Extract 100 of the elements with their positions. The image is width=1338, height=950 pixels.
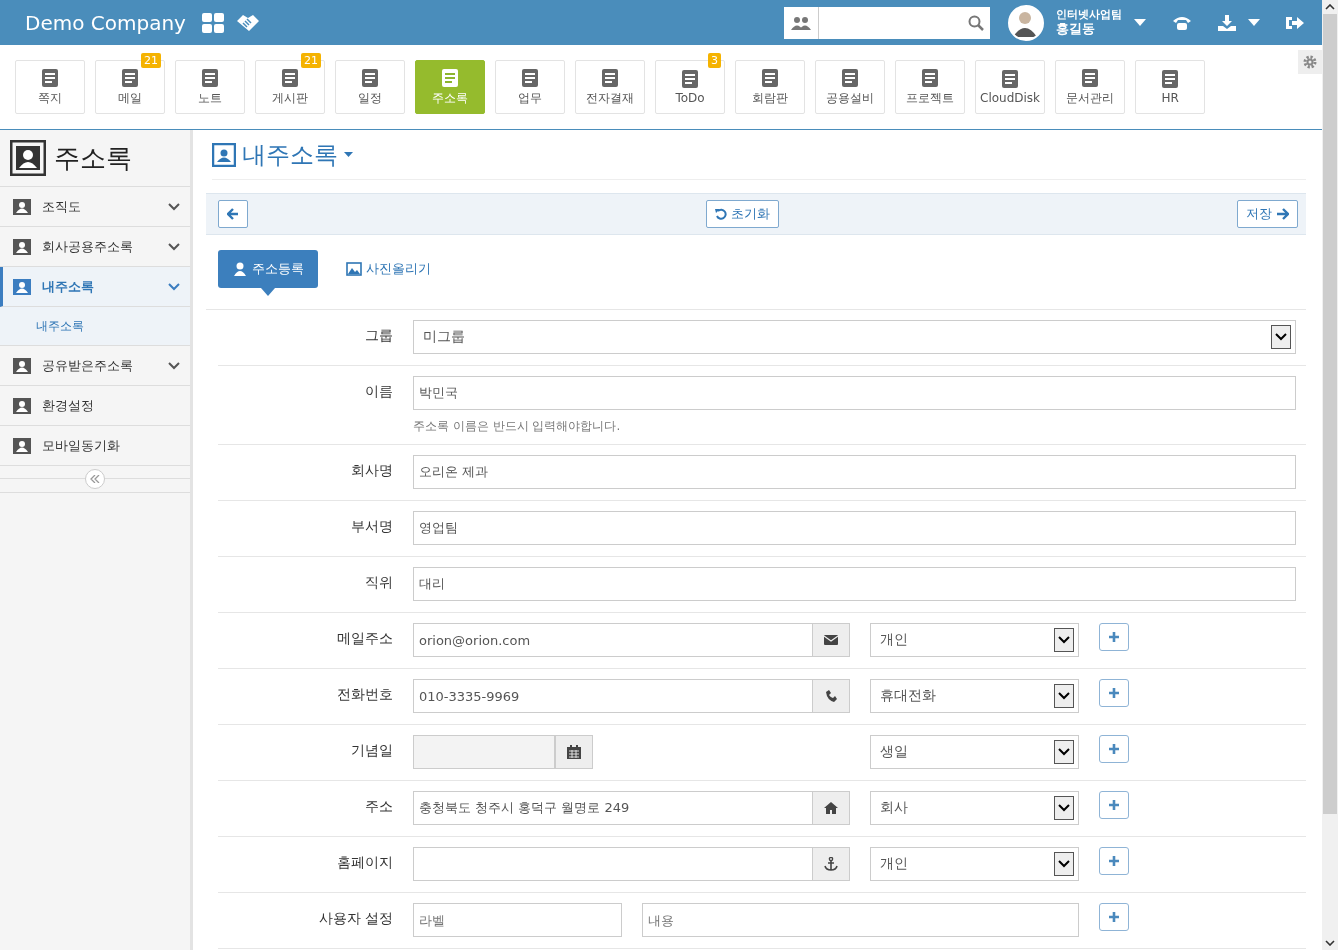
app-icon [839,67,861,88]
field-label: 홈페이지 [336,853,394,872]
text-field[interactable]: 영업팀 [413,511,1296,545]
content-field[interactable]: 내용 [642,903,1079,937]
sidebar-item[interactable]: 환경설정 [0,386,190,426]
app-button[interactable]: 일정 [335,60,405,114]
addon-button[interactable] [812,623,850,657]
chevron-down-icon[interactable] [168,361,180,370]
app-button[interactable]: 회람판 [735,60,805,114]
search-icon[interactable] [968,14,984,31]
app-icon [39,67,61,88]
app-button[interactable]: HR [1135,60,1206,114]
type-select[interactable]: 회사 [870,791,1079,825]
text-field[interactable] [413,847,812,881]
addon-button[interactable] [812,791,850,825]
text-field[interactable]: 충청북도 청주시 홍덕구 월명로 249 [413,791,812,825]
sidebar-item[interactable]: 조직도 [0,187,190,227]
app-icon [199,67,221,88]
add-button[interactable] [1099,791,1129,819]
app-button[interactable]: 공용설비 [815,60,885,114]
text-field[interactable]: orion@orion.com [413,623,812,657]
app-icon [119,67,141,88]
tab[interactable]: 사진올리기 [332,250,445,288]
page-title[interactable]: 내주소록 [242,138,338,171]
contact-book-icon [212,142,236,167]
settings-button[interactable] [1298,50,1322,74]
type-select[interactable]: 생일 [870,735,1079,769]
download-icon[interactable] [1218,14,1236,31]
arrow-left-icon [227,208,239,220]
chevron-down-icon[interactable] [168,202,180,211]
plus-icon [1109,632,1119,642]
add-button[interactable] [1099,623,1129,651]
app-icon [759,67,781,88]
save-button[interactable]: 저장 [1237,200,1298,228]
plus-icon [1109,688,1119,698]
add-button[interactable] [1099,903,1129,931]
app-icon [439,67,461,88]
type-select[interactable]: 개인 [870,623,1079,657]
collapse-button[interactable] [85,469,105,489]
settings-icon [1303,55,1317,69]
chevron-down-icon [1058,748,1070,756]
count-badge: 3 [708,53,721,68]
undo-icon [715,208,727,220]
type-select[interactable]: 개인 [870,847,1079,881]
type-select[interactable]: 휴대전화 [870,679,1079,713]
app-button[interactable]: 노트 [175,60,245,114]
add-button[interactable] [1099,735,1129,763]
group-select[interactable]: 미그룹 [413,320,1296,354]
caret-icon[interactable] [1134,18,1146,27]
field-label: 사용자 설정 [317,909,394,928]
scroll-up-icon[interactable] [1325,4,1335,10]
app-button[interactable]: 문서관리 [1055,60,1126,114]
plus-icon [1109,856,1119,866]
reset-button[interactable]: 초기화 [706,200,779,228]
user-team[interactable]: 인터넷사업팀 [1056,8,1122,22]
app-button[interactable]: 쪽지 [15,60,85,114]
chevron-down-icon[interactable] [168,242,180,251]
addon-button[interactable] [812,847,850,881]
scroll-down-icon[interactable] [1325,940,1335,946]
contact-book-icon [10,140,46,176]
hint-text: 주소록 이름은 반드시 입력해야합니다. [413,418,622,435]
add-button[interactable] [1099,679,1129,707]
chevron-down-icon [1058,860,1070,868]
calendar-button[interactable] [555,735,593,769]
text-field[interactable]: 대리 [413,567,1296,601]
app-button[interactable]: 업무 [495,60,565,114]
envelope-icon [824,635,838,645]
app-button[interactable]: 프로젝트 [895,60,965,114]
home-icon [824,802,838,814]
plus-icon [1109,744,1119,754]
text-field[interactable]: 오리온 제과 [413,455,1296,489]
field-label: 그룹 [364,326,394,345]
scrollbar[interactable] [1322,0,1338,950]
sidebar-subitem[interactable]: 내주소록 [0,307,190,346]
field-label: 이름 [364,382,394,401]
tab[interactable]: 주소등록 [218,250,318,288]
user-name[interactable]: 홍길동 [1056,21,1122,37]
people-icon[interactable] [791,14,811,31]
sidebar-item[interactable]: 공유받은주소록 [0,346,190,386]
add-button[interactable] [1099,847,1129,875]
app-button[interactable]: 전자결재 [575,60,645,114]
addon-button[interactable] [812,679,850,713]
arrow-right-icon [1276,208,1289,220]
text-field[interactable]: 010-3335-9969 [413,679,812,713]
search-field[interactable] [784,6,990,39]
back-button[interactable] [218,200,248,228]
caret-icon[interactable] [344,151,353,158]
avatar[interactable] [1008,4,1044,41]
person-icon [232,262,248,276]
logout-icon[interactable] [1286,14,1304,31]
app-icon [679,69,701,89]
caret-icon[interactable] [1248,18,1260,27]
sidebar-item[interactable]: 내주소록 [0,267,190,307]
text-field[interactable]: 박민국 [413,376,1296,410]
grid-icon[interactable] [201,12,224,33]
app-button[interactable]: CloudDisk [975,60,1046,114]
calendar-icon [567,745,581,759]
phone-icon[interactable] [1172,14,1192,31]
chevron-down-icon[interactable] [168,282,180,291]
label-field[interactable]: 라벨 [413,903,622,937]
